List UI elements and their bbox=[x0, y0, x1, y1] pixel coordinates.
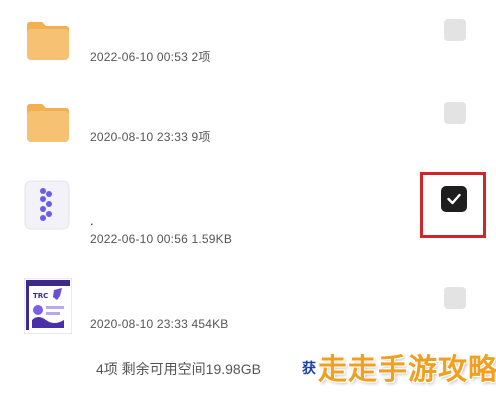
select-checkbox[interactable] bbox=[444, 19, 466, 41]
file-meta: 2020-08-10 23:33 454KB bbox=[90, 317, 229, 331]
folder-icon bbox=[24, 98, 72, 146]
folder-icon bbox=[24, 16, 72, 64]
list-item[interactable]: 2022-06-10 00:53 2项 bbox=[0, 8, 496, 88]
app-file-icon bbox=[24, 180, 72, 230]
selection-highlight-frame bbox=[420, 172, 486, 238]
select-checkbox[interactable] bbox=[444, 287, 466, 309]
storage-summary: 4项 剩余可用空间19.98GB bbox=[96, 361, 261, 377]
svg-text:TRC: TRC bbox=[33, 292, 48, 300]
list-item[interactable]: TRC 2020-08-10 23:33 454KB bbox=[0, 272, 496, 352]
select-checkbox[interactable] bbox=[444, 102, 466, 124]
list-item[interactable]: 2020-08-10 23:33 9项 bbox=[0, 92, 496, 172]
file-meta: 2020-08-10 23:33 9项 bbox=[90, 130, 211, 144]
get-more-link[interactable]: 获 bbox=[302, 358, 316, 378]
file-picker-screen: 2022-06-10 00:53 2项 2020-08-10 23:33 9项 bbox=[0, 0, 496, 394]
file-meta: 2022-06-10 00:53 2项 bbox=[90, 50, 211, 64]
file-name: . bbox=[90, 213, 94, 228]
image-thumbnail: TRC bbox=[23, 277, 73, 335]
file-meta: 2022-06-10 00:56 1.59KB bbox=[90, 232, 233, 246]
watermark-text: 走走手游攻略 bbox=[318, 354, 496, 386]
